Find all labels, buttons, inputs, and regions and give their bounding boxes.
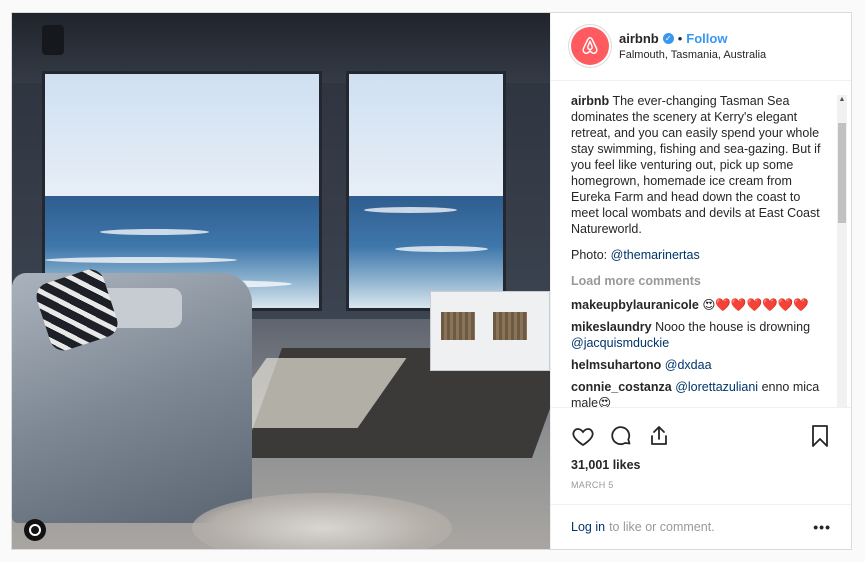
photo-credit-label: Photo:	[571, 247, 608, 262]
bookmark-icon[interactable]	[809, 424, 831, 448]
comment-item: makeupbylauranicole 😍❤️❤️❤️❤️❤️❤️	[571, 297, 831, 313]
post-date[interactable]: MARCH 5	[571, 480, 831, 490]
photo-lamp	[42, 25, 64, 55]
comment-icon[interactable]	[609, 424, 633, 448]
airbnb-logo-icon	[582, 37, 598, 55]
comments-scrollbar[interactable]: ▲ ▼	[837, 94, 847, 408]
comment-username[interactable]: helmsuhartono	[571, 358, 661, 372]
comment-text: Nooo the house is drowning	[655, 319, 811, 334]
post-photo[interactable]	[12, 13, 550, 549]
post-actions: 31,001 likes MARCH 5	[551, 407, 851, 490]
location-link[interactable]: Falmouth, Tasmania, Australia	[619, 49, 766, 61]
follow-button[interactable]: Follow	[686, 31, 727, 46]
caption-text: The ever-changing Tasman Sea dominates t…	[571, 93, 821, 236]
comment-username[interactable]: makeupbylauranicole	[571, 298, 699, 312]
verified-badge-icon: ✓	[662, 33, 674, 45]
login-prompt-text: to like or comment.	[609, 520, 715, 535]
likes-count[interactable]: 31,001 likes	[571, 458, 831, 472]
comment-item: mikeslaundry Nooo the house is drowning …	[571, 319, 831, 351]
scrollbar-thumb[interactable]	[838, 122, 846, 223]
separator-dot: •	[677, 31, 683, 47]
user-tag-icon[interactable]	[24, 519, 46, 541]
heart-icon[interactable]	[571, 424, 595, 448]
comment-item: helmsuhartono @dxdaa	[571, 357, 831, 373]
avatar[interactable]	[571, 27, 609, 66]
comment-mention[interactable]: @dxdaa	[665, 358, 712, 372]
photo-side-table	[430, 291, 550, 371]
comment-mention[interactable]: @jacquismduckie	[571, 336, 669, 350]
scroll-up-icon[interactable]: ▲	[838, 95, 846, 105]
photo-window-right	[346, 71, 506, 311]
username[interactable]: airbnb	[619, 31, 659, 46]
caption-username[interactable]: airbnb	[571, 94, 609, 108]
comment-username[interactable]: connie_costanza	[571, 380, 672, 394]
comment-mention[interactable]: @lorettazuliani	[675, 380, 758, 394]
load-more-comments-button[interactable]: Load more comments	[571, 273, 831, 289]
comment-username[interactable]: mikeslaundry	[571, 320, 652, 334]
comment-text: 😍❤️❤️❤️❤️❤️❤️	[702, 297, 809, 312]
add-comment-bar: Log in to like or comment. •••	[551, 504, 851, 549]
share-icon[interactable]	[647, 424, 671, 448]
post-header: airbnb ✓ • Follow Falmouth, Tasmania, Au…	[551, 13, 851, 81]
photo-credit: Photo: @themarinertas	[571, 247, 831, 263]
photo-credit-link[interactable]: @themarinertas	[611, 248, 700, 262]
post-side-panel: airbnb ✓ • Follow Falmouth, Tasmania, Au…	[550, 13, 851, 549]
caption: airbnb The ever-changing Tasman Sea domi…	[571, 93, 831, 237]
post-card: airbnb ✓ • Follow Falmouth, Tasmania, Au…	[11, 12, 852, 550]
login-link[interactable]: Log in	[571, 520, 605, 534]
comment-item: connie_costanza @lorettazuliani enno mic…	[571, 379, 831, 407]
more-options-icon[interactable]: •••	[813, 519, 831, 535]
comments-list[interactable]: airbnb The ever-changing Tasman Sea domi…	[551, 81, 851, 408]
